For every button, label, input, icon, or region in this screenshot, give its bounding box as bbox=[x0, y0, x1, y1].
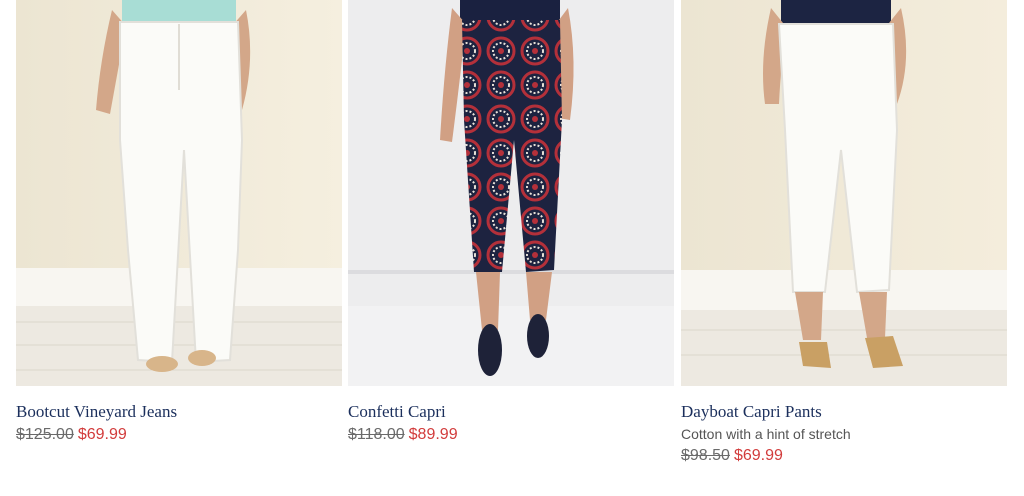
product-card: Confetti Capri $118.00 $89.99 bbox=[348, 0, 674, 445]
product-name-link[interactable]: Confetti Capri bbox=[348, 402, 674, 422]
product-name-link[interactable]: Dayboat Capri Pants bbox=[681, 402, 1007, 422]
product-name-link[interactable]: Bootcut Vineyard Jeans bbox=[16, 402, 342, 422]
product-photo-confetti-capri bbox=[348, 0, 674, 386]
sale-price: $69.99 bbox=[77, 426, 127, 443]
product-card: Bootcut Vineyard Jeans $125.00 $69.99 bbox=[16, 0, 342, 445]
product-image[interactable] bbox=[348, 0, 674, 386]
product-price: $125.00 $69.99 bbox=[16, 425, 342, 445]
original-price: $98.50 bbox=[681, 447, 730, 464]
original-price: $118.00 bbox=[348, 426, 405, 443]
product-price: $118.00 $89.99 bbox=[348, 425, 674, 445]
product-photo-bootcut-jeans bbox=[16, 0, 342, 386]
original-price: $125.00 bbox=[16, 426, 74, 443]
product-price: $98.50 $69.99 bbox=[681, 446, 1007, 466]
sale-price: $89.99 bbox=[408, 426, 458, 443]
sale-price: $69.99 bbox=[733, 447, 783, 464]
product-image[interactable] bbox=[681, 0, 1007, 386]
product-description: Cotton with a hint of stretch bbox=[681, 426, 851, 442]
product-image[interactable] bbox=[16, 0, 342, 386]
product-card: Dayboat Capri Pants Cotton with a hint o… bbox=[681, 0, 1007, 466]
product-photo-dayboat-capri bbox=[681, 0, 1007, 386]
product-grid: Bootcut Vineyard Jeans $125.00 $69.99 Co… bbox=[0, 0, 1024, 496]
